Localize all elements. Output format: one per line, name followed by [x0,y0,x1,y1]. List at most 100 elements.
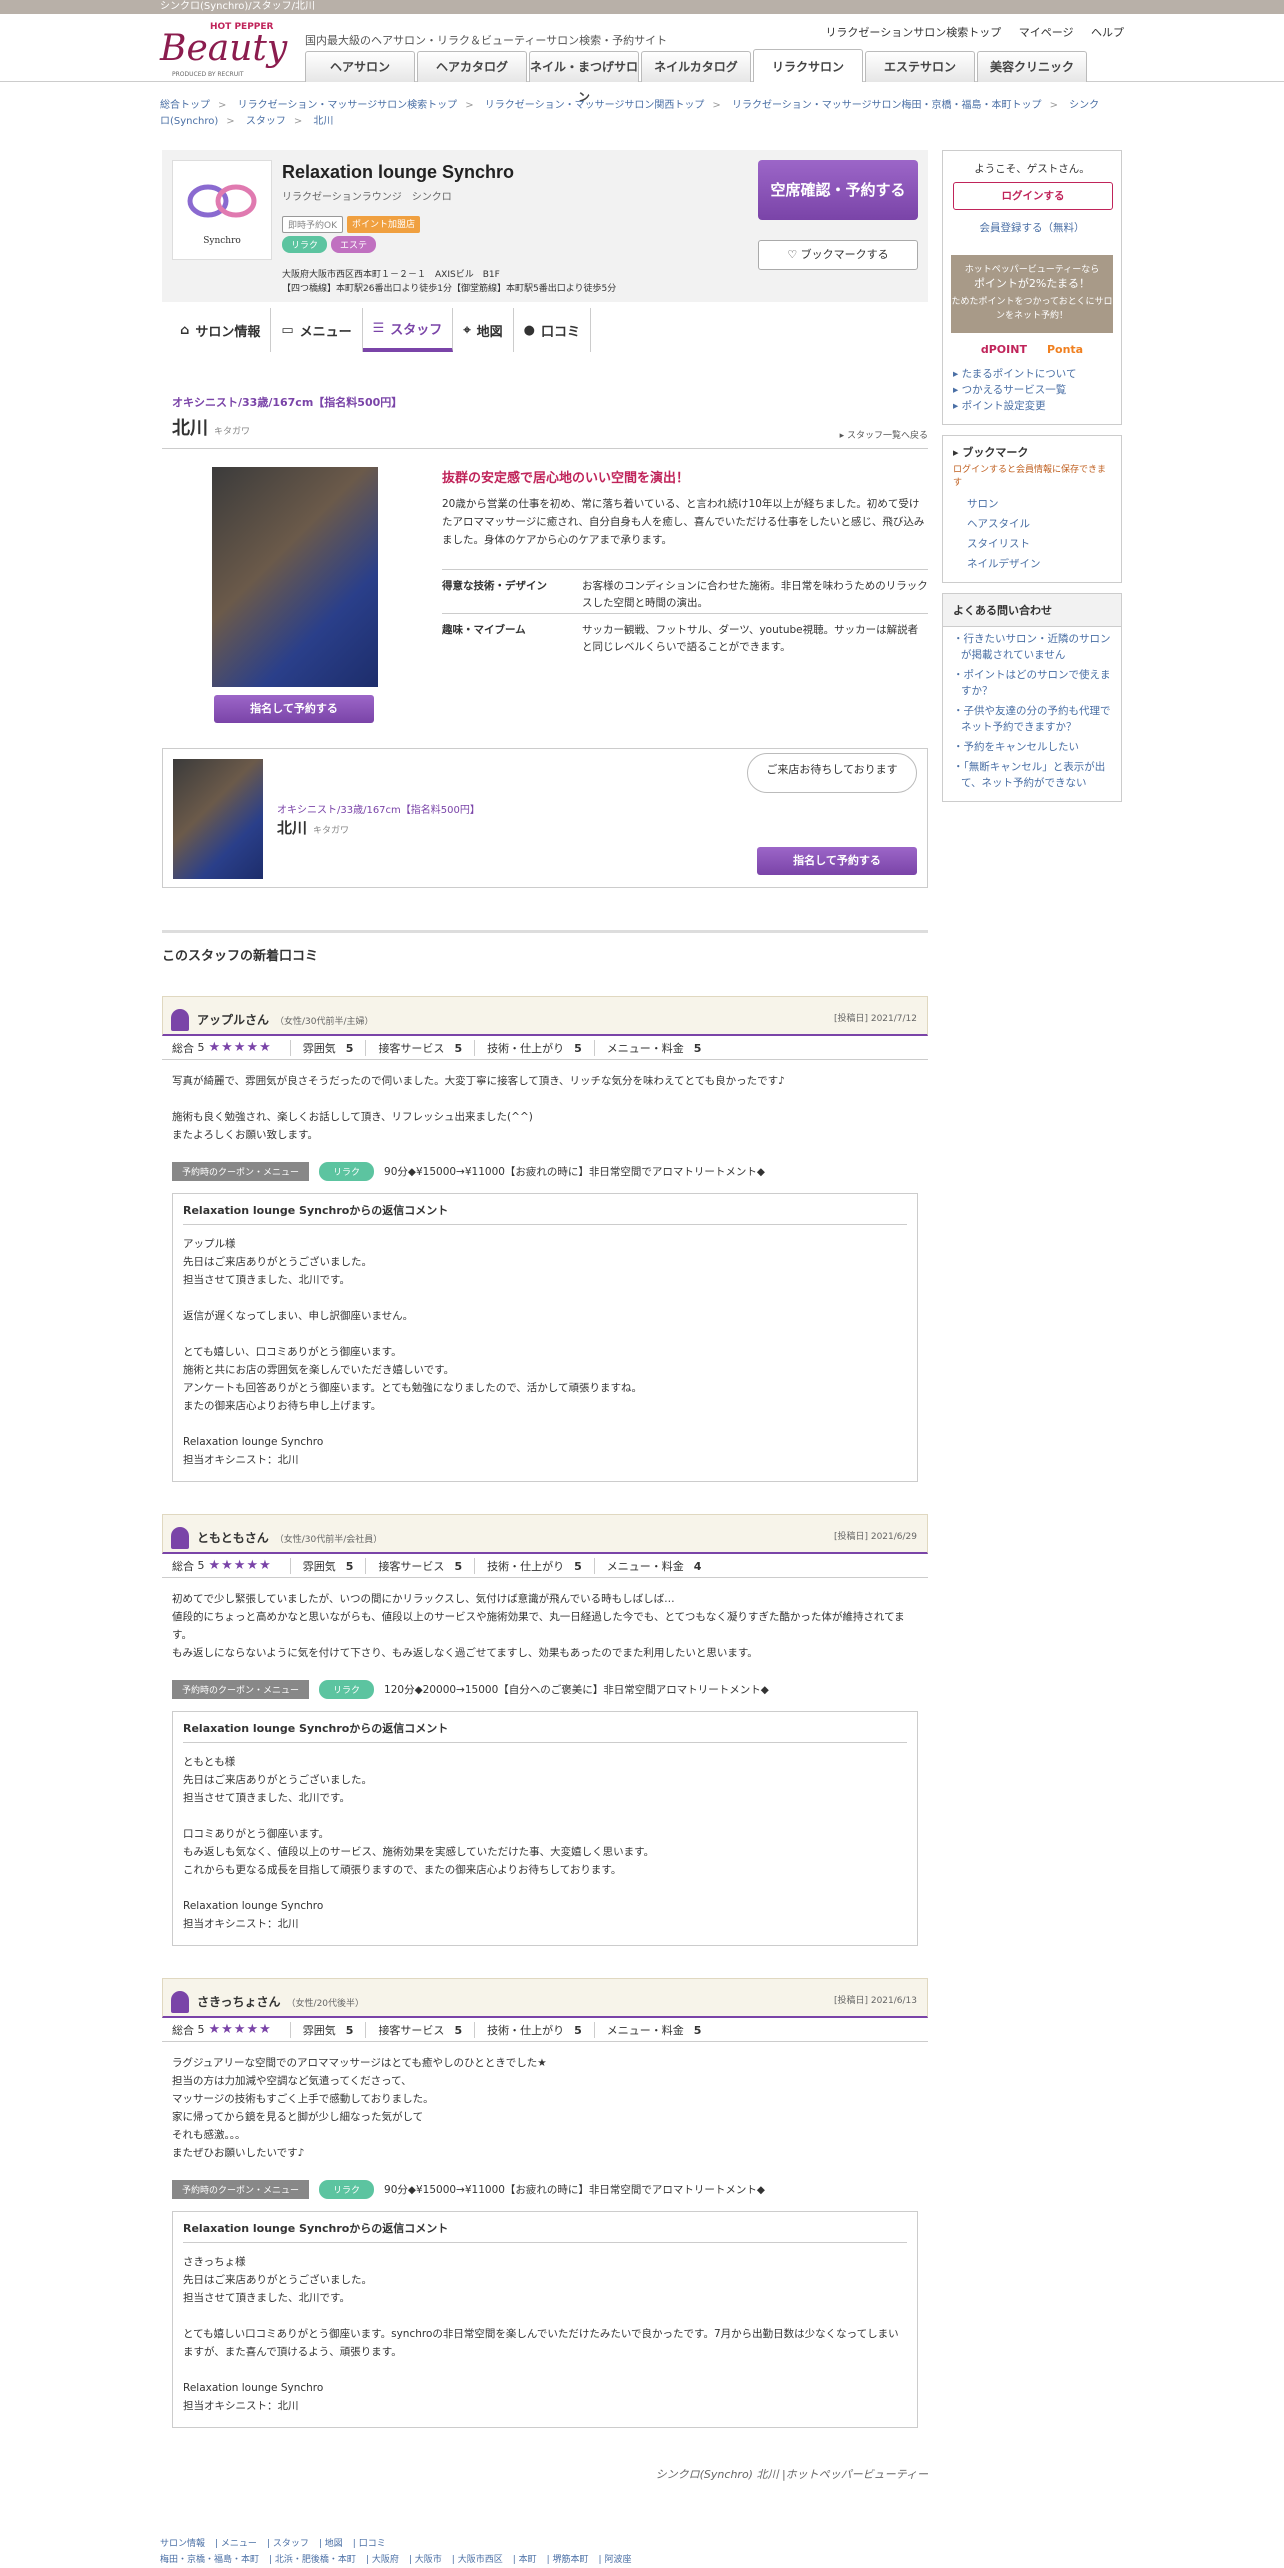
review-date: [投稿日] 2021/6/29 [833,1532,917,1542]
rating-label: 接客サービス [378,1559,445,1573]
tag-esthe: エステ [331,236,377,253]
footer-area-link[interactable]: 大阪府 [372,2555,399,2565]
tab-map[interactable]: ⌖ 地図 [453,308,514,352]
tab-reviews[interactable]: ● 口コミ [514,308,592,352]
point-link[interactable]: ▸ たまるポイントについて [943,366,1121,382]
points-text: ためたポイントをつかっておとくにサロンをネット予約！ [951,297,1113,321]
link-relax-top[interactable]: リラクゼーションサロン検索トップ [825,26,1001,39]
sidebar: ようこそ、ゲストさん。 ログインする 会員登録する（無料） ホットペッパービュー… [942,150,1122,802]
footer-area-link[interactable]: 梅田・京橋・福島・本町 [160,2555,259,2565]
tab-staff[interactable]: ☰ スタッフ [362,308,454,352]
link-mypage[interactable]: マイページ [1019,26,1074,39]
rating-item: 接客サービス 5 [365,1557,474,1574]
footer-link[interactable]: 口コミ [359,2539,386,2549]
staff-photo [212,467,378,687]
card-role: オキシニスト/33歳/167cm【指名料500円】 [277,805,480,816]
tab-menu[interactable]: ▭ メニュー [271,308,363,352]
review-coupon: 予約時のクーポン・メニュー リラク 90分◆¥15000→¥11000【お疲れの時に… [162,1162,928,1181]
review-date: [投稿日] 2021/7/12 [833,1014,917,1024]
faq-item[interactable]: ・行きたいサロン・近隣のサロンが掲載されていません [943,627,1121,663]
rating-value: 5 [693,1041,702,1055]
crumb-item[interactable]: 総合トップ [160,100,210,111]
welcome-box: ようこそ、ゲストさん。 ログインする 会員登録する（無料） ホットペッパービュー… [942,150,1122,425]
top-links: リラクゼーションサロン検索トップ マイページ ヘルプ [811,24,1124,40]
user-avatar-icon [171,1991,189,2013]
shop-kana: リラクゼーションラウンジ シンクロ [282,192,452,203]
bookmark-item[interactable]: スタイリスト [953,534,1111,554]
faq-item[interactable]: ・予約をキャンセルしたい [943,735,1121,755]
nav-hair-catalog[interactable]: ヘアカタログ [417,51,527,82]
rating-label: 雰囲気 [302,2023,336,2037]
staff-card-photo [173,759,263,879]
overall-score: 5 [197,2023,205,2036]
nominate-reserve-button[interactable]: 指名して予約する [214,695,374,723]
nav-nail-catalog[interactable]: ネイルカタログ [641,51,751,82]
logo-produced: PRODUCED BY RECRUIT [172,71,244,78]
coupon-label: 予約時のクーポン・メニュー [172,1680,310,1699]
coupon-text[interactable]: 120分◆20000→15000【自分へのご褒美に】非日常空間アロマトリートメン… [384,1682,769,1697]
faq-item[interactable]: ・ポイントはどのサロンで使えますか？ [943,663,1121,699]
tab-salon-info[interactable]: ⌂ サロン情報 [170,308,272,352]
point-link[interactable]: ▸ ポイント設定変更 [943,398,1121,414]
overall-score: 5 [197,1041,205,1054]
crumb-item[interactable]: リラクゼーション・マッサージサロン関西トップ [485,100,705,111]
footer-area-link[interactable]: 阿波座 [604,2555,631,2565]
footer-area-link[interactable]: 北浜・肥後橋・本町 [275,2555,356,2565]
tag-relax: リラク [282,236,328,253]
reply-title: Relaxation lounge Synchroからの返信コメント [183,2220,907,2243]
nav-hair[interactable]: ヘアサロン [305,51,415,82]
nav-esthe[interactable]: エステサロン [865,51,975,82]
tab-label: 口コミ [541,324,581,340]
reviews-title: このスタッフの新着口コミ [162,930,928,964]
crumb-item[interactable]: リラクゼーション・マッサージサロン検索トップ [238,100,458,111]
review-header: ともともさん （女性/30代前半/会社員） [投稿日] 2021/6/29 [162,1514,928,1554]
crumb-current: 北川 [313,116,334,127]
reply-body: ともとも様 先日はご来店ありがとうございました。 担当させて頂きました、北川です… [183,1756,655,1930]
card-name: 北川 キタガワ [277,817,349,838]
footer-area-row: 梅田・京橋・福島・本町 | 北浜・肥後橋・本町 | 大阪府 | 大阪市 | 大阪市西区 |… [160,2555,632,2565]
logo-text: Synchro [203,236,241,246]
point-link[interactable]: ▸ つかえるサービス一覧 [943,382,1121,398]
rating-value: 5 [693,2023,702,2037]
footer-area-link[interactable]: 大阪市西区 [458,2555,503,2565]
faq-item[interactable]: ・「無断キャンセル」と表示が出て、ネット予約ができない [943,755,1121,791]
hotpepper-beauty-logo[interactable]: HOT PEPPER Beauty PRODUCED BY RECRUIT [160,22,287,78]
staff-icon: ☰ [372,320,385,336]
bookmark-item[interactable]: サロン [953,494,1111,514]
review-body: 写真が綺麗で、雰囲気が良さそうだったので伺いました。大変丁寧に接客して頂き、リッ… [172,1075,785,1141]
login-button[interactable]: ログインする [953,182,1113,210]
staff-list-link[interactable]: ▸ スタッフ一覧へ戻る [840,428,928,441]
bookmark-item[interactable]: ヘアスタイル [953,514,1111,534]
coupon-text[interactable]: 90分◆¥15000→¥11000【お疲れの時に】非日常空間でアロマトリートメン… [384,1164,765,1179]
nav-relax[interactable]: リラクサロン [753,49,863,82]
link-help[interactable]: ヘルプ [1091,26,1124,39]
shop-name: Relaxation lounge Synchro [282,162,515,182]
card-reserve-button[interactable]: 指名して予約する [757,847,917,875]
crumb-item[interactable]: リラクゼーション・マッサージサロン梅田・京橋・福島・本町トップ [732,100,1042,111]
footer-link[interactable]: 地図 [325,2539,343,2549]
footer-link[interactable]: サロン情報 [160,2539,205,2549]
footer-area-link[interactable]: 堺筋本町 [553,2555,589,2565]
coupon-text[interactable]: 90分◆¥15000→¥11000【お疲れの時に】非日常空間でアロマトリートメン… [384,2182,765,2197]
crumb-item[interactable]: スタッフ [246,116,286,127]
footer-area-link[interactable]: 大阪市 [415,2555,442,2565]
shop-logo: Synchro [172,160,272,260]
ponta-logo: Ponta [1046,343,1084,356]
nav-nail-eyelash[interactable]: ネイル・まつげサロン [529,51,639,104]
header: HOT PEPPER Beauty PRODUCED BY RECRUIT 国内… [0,14,1284,104]
register-link[interactable]: 会員登録する（無料） [953,220,1111,235]
rating-value: 5 [345,2023,354,2037]
tagline: 国内最大級のヘアサロン・リラク＆ビューティーサロン検索・予約サイト [305,34,668,47]
rating-label: メニュー・料金 [606,1559,684,1573]
rating-value: 5 [345,1559,354,1573]
bookmark-item[interactable]: ネイルデザイン [953,554,1111,574]
bookmark-button[interactable]: ♡ ブックマークする [758,240,918,270]
reserve-button[interactable]: 空席確認・予約する [758,160,918,220]
footer-link[interactable]: スタッフ [273,2539,309,2549]
rating-item: 接客サービス 5 [365,2021,474,2038]
faq-item[interactable]: ・子供や友達の分の予約も代理でネット予約できますか？ [943,699,1121,735]
footer-area-link[interactable]: 本町 [519,2555,537,2565]
nav-clinic[interactable]: 美容クリニック [977,51,1087,82]
rating-item: 接客サービス 5 [365,1039,474,1056]
footer-link[interactable]: メニュー [221,2539,257,2549]
